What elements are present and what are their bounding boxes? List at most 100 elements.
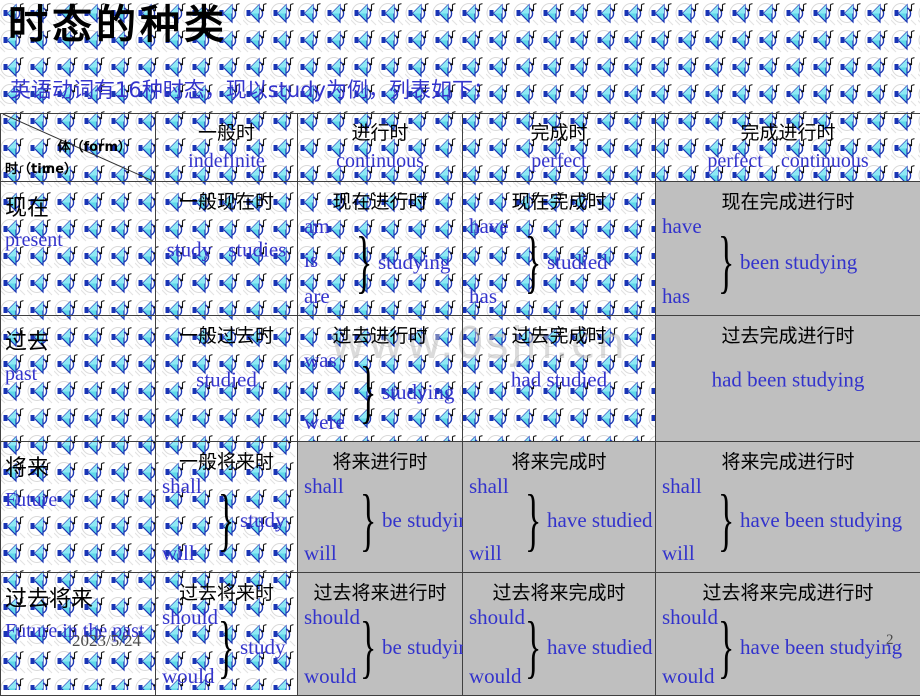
cell-r2-c1: 将来进行时shallwill}be studying bbox=[298, 442, 463, 573]
column-header-indefinite: 一般时 indefinite bbox=[156, 114, 298, 182]
curly-brace-icon: } bbox=[525, 614, 541, 684]
cell-head-r1-c1: 过去进行时 bbox=[298, 321, 462, 348]
brace-group-r3-c3: shouldwould}have been studying bbox=[656, 603, 920, 693]
brace-main-text: have studied bbox=[547, 508, 653, 533]
cell-head-r2-c3: 将来完成进行时 bbox=[656, 447, 920, 474]
brace-group-r0-c3: have has}been studying bbox=[656, 212, 920, 313]
row-label-ch-0: 现在 bbox=[5, 190, 49, 222]
brace-main-text: been studying bbox=[740, 250, 857, 275]
col-head-ch-3: 完成进行时 bbox=[656, 118, 920, 145]
cell-r2-c0: 一般将来时shallwill}study bbox=[156, 442, 298, 573]
col-head-en-3b: continuous bbox=[781, 150, 869, 172]
brace-word-bottom: are bbox=[304, 284, 330, 309]
brace-main-text: study bbox=[240, 508, 286, 533]
tense-table: 体（form） 时（time） 一般时 indefinite 进行时 conti… bbox=[0, 113, 920, 696]
curly-brace-icon: } bbox=[360, 487, 376, 557]
brace-group-r0-c1: amisare}studying bbox=[298, 212, 462, 313]
cell-head-r2-c0: 一般将来时 bbox=[156, 447, 297, 474]
brace-word-bottom: would bbox=[469, 664, 522, 689]
col-head-en-1: continuous bbox=[298, 150, 462, 173]
pair-right: studies bbox=[228, 237, 286, 261]
column-header-perfect: 完成时 perfect bbox=[463, 114, 656, 182]
brace-word-top: was bbox=[304, 348, 337, 373]
cell-text-r1-c3: had been studying bbox=[656, 367, 920, 392]
brace-word-bottom: would bbox=[304, 664, 357, 689]
cell-r3-c1: 过去将来进行时shouldwould}be studying bbox=[298, 573, 463, 696]
brace-group-r3-c0: should would}study bbox=[156, 603, 297, 693]
col-head-ch-2: 完成时 bbox=[463, 118, 655, 145]
brace-word-bottom: has bbox=[662, 284, 690, 309]
row-label-en-1: past bbox=[5, 364, 37, 385]
row-label-2: 将来Future bbox=[1, 442, 156, 573]
brace-word-bottom: will bbox=[304, 541, 337, 566]
cell-head-r3-c0: 过去将来时 bbox=[156, 578, 297, 605]
row-label-ch-1: 过去 bbox=[5, 324, 49, 356]
cell-r0-c1: 现在进行时amisare}studying bbox=[298, 182, 463, 316]
column-header-perfect-continuous: 完成进行时 perfect continuous bbox=[656, 114, 920, 182]
col-head-ch-0: 一般时 bbox=[156, 118, 297, 145]
col-head-en-3a: perfect bbox=[707, 150, 763, 172]
cell-head-r2-c2: 将来完成时 bbox=[463, 447, 655, 474]
brace-word-top: have bbox=[469, 214, 509, 239]
cell-text-r1-c2: had studied bbox=[463, 367, 655, 392]
page-title: 时态的种类 bbox=[8, 2, 228, 48]
corner-cell: 体（form） 时（time） bbox=[1, 114, 156, 182]
cell-r3-c2: 过去将来完成时shouldwould}have studied bbox=[463, 573, 656, 696]
brace-group-r2-c0: shallwill}study bbox=[156, 472, 297, 570]
brace-word-bottom: would bbox=[162, 664, 215, 689]
cell-r3-c0: 过去将来时should would}study bbox=[156, 573, 298, 696]
curly-brace-icon: } bbox=[360, 359, 376, 429]
table-header-row: 体（form） 时（time） 一般时 indefinite 进行时 conti… bbox=[1, 114, 920, 182]
table-row: 将来Future一般将来时shallwill}study将来进行时shallwi… bbox=[1, 442, 920, 573]
brace-group-r3-c1: shouldwould}be studying bbox=[298, 603, 462, 693]
cell-text-r1-c0: studied bbox=[156, 367, 297, 392]
cell-r0-c3: 现在完成进行时have has}been studying bbox=[656, 182, 920, 316]
brace-word-bottom: has bbox=[469, 284, 497, 309]
col-head-ch-1: 进行时 bbox=[298, 118, 462, 145]
brace-word-bottom: were bbox=[304, 410, 345, 435]
cell-pair-r0-c0: study studies bbox=[156, 237, 297, 262]
pair-left: study bbox=[167, 237, 213, 261]
curly-brace-icon: } bbox=[718, 487, 734, 557]
brace-word-bottom: will bbox=[469, 541, 502, 566]
brace-word-top: am bbox=[304, 214, 330, 239]
brace-word-top: should bbox=[469, 605, 525, 630]
cell-r0-c0: 一般现在时 study studies bbox=[156, 182, 298, 316]
cell-head-r0-c2: 现在完成时 bbox=[463, 187, 655, 214]
curly-brace-icon: } bbox=[218, 487, 234, 557]
brace-word-bottom: will bbox=[662, 541, 695, 566]
corner-form-label: 体（form） bbox=[57, 136, 131, 155]
brace-main-text: have studied bbox=[547, 635, 653, 660]
brace-main-text: have been studying bbox=[740, 635, 902, 660]
brace-word-bottom: would bbox=[662, 664, 715, 689]
brace-group-r3-c2: should would}have studied bbox=[463, 603, 655, 693]
cell-head-r0-c1: 现在进行时 bbox=[298, 187, 462, 214]
table-row: 现在 present 一般现在时 study studies 现在进行时amisare}s… bbox=[1, 182, 920, 316]
curly-brace-icon: } bbox=[218, 614, 234, 684]
brace-word-top: should bbox=[662, 605, 718, 630]
brace-word-top: should bbox=[304, 605, 360, 630]
slide-subtitle: 英语动词有16种时态，现以study为例，列表如下： bbox=[10, 74, 494, 104]
row-label-ch-2: 将来 bbox=[5, 450, 49, 482]
curly-brace-icon: } bbox=[360, 614, 376, 684]
brace-main-text: study bbox=[240, 635, 286, 660]
brace-main-text: have been studying bbox=[740, 508, 902, 533]
cell-head-r0-c3: 现在完成进行时 bbox=[656, 187, 920, 214]
brace-word-top: should bbox=[162, 605, 218, 630]
brace-group-r0-c2: havehas}studied bbox=[463, 212, 655, 313]
brace-word-top: shall bbox=[162, 474, 202, 499]
brace-word-top: have bbox=[662, 214, 702, 239]
cell-r3-c3: 过去将来完成进行时shouldwould}have been studying bbox=[656, 573, 920, 696]
cell-head-r0-c0: 一般现在时 bbox=[156, 187, 297, 214]
curly-brace-icon: } bbox=[718, 229, 734, 299]
curly-brace-icon: } bbox=[356, 229, 372, 299]
row-label-ch-3: 过去将来 bbox=[5, 581, 93, 613]
cell-r1-c2: 过去完成时 had studied bbox=[463, 316, 656, 442]
cell-r2-c2: 将来完成时shallwill}have studied bbox=[463, 442, 656, 573]
cell-r0-c2: 现在完成时havehas}studied bbox=[463, 182, 656, 316]
brace-word-top: shall bbox=[662, 474, 702, 499]
brace-word-top: shall bbox=[469, 474, 509, 499]
row-label-en-0: present bbox=[5, 230, 63, 251]
brace-word-top: shall bbox=[304, 474, 344, 499]
cell-head-r1-c2: 过去完成时 bbox=[463, 321, 655, 348]
